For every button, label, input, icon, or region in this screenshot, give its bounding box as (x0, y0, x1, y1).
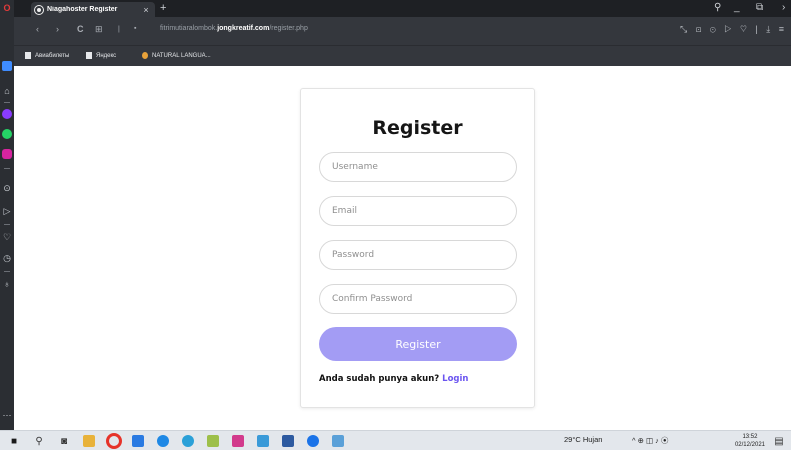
clock-time: 13:52 (742, 434, 758, 440)
url-host: fitrimutiaralombok. (160, 25, 218, 32)
whatsapp-icon[interactable] (2, 129, 12, 139)
bookmark-label: NATURAL LANGUA... (152, 52, 211, 59)
pin-icon[interactable]: ♁ (2, 279, 12, 289)
favicon-icon (35, 5, 43, 14)
toolbar-icons[interactable]: ⤡ ⊡ ⊙ ▷ ♡ | ⤓ ≡ (680, 24, 787, 35)
file-icon (86, 52, 92, 59)
login-prompt-text: Anda sudah punya akun? (319, 374, 440, 384)
file-explorer-icon[interactable] (83, 435, 95, 447)
opera-taskbar-icon[interactable] (106, 433, 122, 449)
register-button[interactable]: Register (319, 327, 517, 361)
notification-icon[interactable]: ▤ (773, 435, 785, 447)
speed-dial-icon[interactable]: ⊞ (95, 24, 103, 35)
url-field[interactable]: fitrimutiaralombok.jongkreatif.com/regis… (160, 25, 308, 32)
minimize-icon[interactable]: _ (734, 2, 740, 13)
back-icon[interactable]: ‹ (36, 24, 39, 34)
password-field[interactable] (319, 240, 517, 270)
page-title: Register (372, 117, 463, 139)
more-icon[interactable]: ⋯ (2, 410, 12, 420)
app-icon[interactable] (282, 435, 294, 447)
bookmarks-bar: Авиабилеты Яндекс NATURAL LANGUA... (14, 45, 791, 66)
player-icon[interactable]: ⊙ (2, 183, 12, 193)
separator: | (118, 26, 120, 33)
clock[interactable]: 13:52 02/12/2021 (735, 433, 765, 449)
reload-icon[interactable]: C (77, 24, 84, 34)
messenger-icon[interactable] (2, 109, 12, 119)
opera-logo-icon[interactable]: O (2, 3, 12, 13)
sidebar-divider (4, 224, 10, 225)
tab-title: Niagahoster Register (47, 6, 118, 13)
weather-widget[interactable]: 29°C Hujan (564, 435, 602, 444)
clock-date: 02/12/2021 (734, 442, 765, 448)
taskbar: ■ ⚲ ◙ 29°C Hujan ^ ⊕ ◫ ♪ ⦿ 13:52 02/12/2… (0, 430, 791, 450)
tab-search-icon[interactable]: ⚲ (714, 2, 721, 13)
workspace-icon[interactable] (2, 61, 12, 71)
app-icon[interactable] (307, 435, 319, 447)
windows-start-icon[interactable]: ■ (8, 435, 20, 447)
username-field[interactable] (319, 152, 517, 182)
email-field[interactable] (319, 196, 517, 226)
register-card: Register Register Anda sudah punya akun?… (300, 88, 535, 408)
app-icon[interactable] (332, 435, 344, 447)
heart-icon[interactable]: ♡ (2, 232, 12, 242)
app-icon[interactable] (232, 435, 244, 447)
orange-circle-icon (142, 52, 148, 59)
app-icon[interactable] (207, 435, 219, 447)
bookmark-item[interactable]: Авиабилеты (25, 52, 69, 59)
opera-sidebar: O ⌂ ⊙ ▷ ♡ ◷ ♁ ⋯ (0, 0, 14, 430)
close-window-icon[interactable]: › (782, 2, 785, 13)
confirm-password-field[interactable] (319, 284, 517, 314)
app-icon[interactable] (182, 435, 194, 447)
file-icon (25, 52, 31, 59)
sidebar-divider (4, 168, 10, 169)
history-icon[interactable]: ◷ (2, 253, 12, 263)
tab-niagahoster-register[interactable]: Niagahoster Register × (31, 2, 155, 17)
tab-strip: Niagahoster Register × + ⚲ _ ⧉ › (14, 0, 791, 17)
home-icon[interactable]: ⌂ (2, 86, 12, 96)
login-link[interactable]: Login (442, 374, 468, 384)
lock-icon: ▪ (134, 25, 137, 32)
new-tab-icon[interactable]: + (160, 2, 166, 14)
send-icon[interactable]: ▷ (2, 206, 12, 216)
login-prompt: Anda sudah punya akun? Login (319, 374, 468, 384)
app-icon[interactable] (157, 435, 169, 447)
bookmark-label: Авиабилеты (35, 52, 70, 59)
instagram-icon[interactable] (2, 149, 12, 159)
address-bar: ‹ › C ⊞ | ▪ fitrimutiaralombok.jongkreat… (14, 17, 791, 45)
sidebar-divider (4, 271, 10, 272)
url-path: /register.php (269, 25, 308, 32)
forward-icon[interactable]: › (56, 24, 59, 34)
close-tab-icon[interactable]: × (141, 5, 151, 15)
search-icon[interactable]: ⚲ (33, 435, 45, 447)
app-icon[interactable] (132, 435, 144, 447)
app-icon[interactable] (257, 435, 269, 447)
url-domain: jongkreatif.com (217, 25, 270, 32)
restore-icon[interactable]: ⧉ (756, 2, 763, 13)
sidebar-divider (4, 102, 10, 103)
camera-icon[interactable]: ◙ (58, 435, 70, 447)
bookmark-item[interactable]: Яндекс (86, 52, 116, 59)
system-tray-icons[interactable]: ^ ⊕ ◫ ♪ ⦿ (632, 435, 668, 446)
bookmark-label: Яндекс (96, 52, 117, 59)
page-content: Register Register Anda sudah punya akun?… (14, 66, 791, 430)
bookmark-item[interactable]: NATURAL LANGUA... (142, 52, 211, 59)
